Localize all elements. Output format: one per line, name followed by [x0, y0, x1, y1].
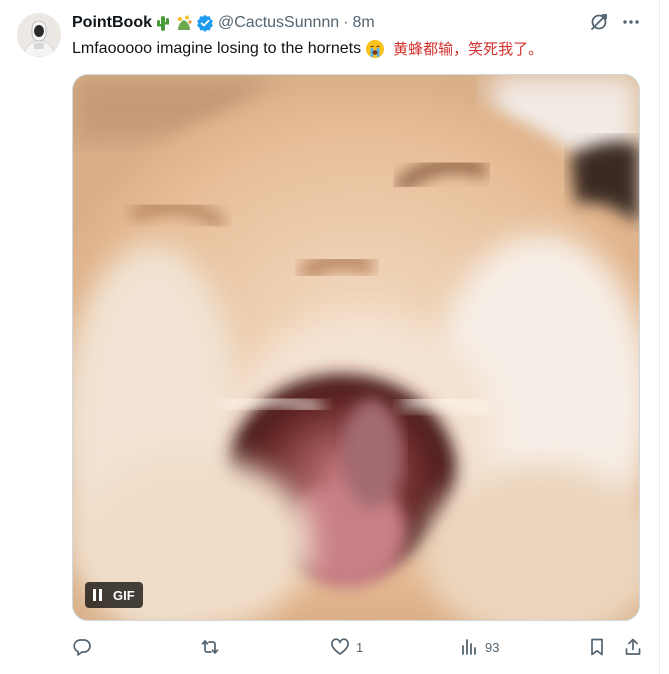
- bookmark-button[interactable]: [587, 636, 607, 658]
- avatar[interactable]: [17, 13, 61, 57]
- more-options-icon[interactable]: [621, 12, 641, 37]
- timestamp[interactable]: 8m: [353, 14, 375, 32]
- tweet-text-body: Lmfaooooo imagine losing to the hornets: [72, 40, 362, 57]
- cactus-icon: [154, 14, 172, 32]
- share-button[interactable]: [623, 636, 643, 658]
- gif-badge[interactable]: GIF: [85, 582, 143, 608]
- loudly-crying-face-icon: [365, 39, 385, 59]
- view-count: 93: [485, 639, 500, 655]
- views-button[interactable]: 93: [459, 636, 499, 658]
- separator-dot: ·: [343, 14, 349, 31]
- user-handle[interactable]: @CactusSunnnn: [218, 14, 339, 32]
- reply-button[interactable]: [72, 636, 98, 658]
- tweet-header: PointBook @CactusSunnnn · 8m: [72, 12, 375, 34]
- display-name[interactable]: PointBook: [72, 14, 152, 32]
- gif-media[interactable]: GIF: [72, 74, 640, 621]
- verified-badge-icon[interactable]: [196, 14, 214, 32]
- retweet-icon: [200, 637, 220, 657]
- retweet-button[interactable]: [200, 636, 226, 658]
- tweet-text: Lmfaooooo imagine losing to the hornets …: [72, 38, 543, 60]
- sparkling-plant-icon: [174, 14, 194, 32]
- like-button[interactable]: 1: [330, 636, 363, 658]
- pause-icon[interactable]: [93, 589, 103, 601]
- reply-icon: [72, 637, 92, 657]
- top-actions: [589, 12, 641, 37]
- avatar-image: [17, 13, 61, 57]
- translation-text: 黄蜂都输，笑死我了。: [393, 40, 544, 58]
- heart-icon: [330, 637, 350, 657]
- laughing-cat-image: [73, 75, 639, 620]
- tweet-actions: 1 93: [72, 636, 644, 658]
- share-icon: [623, 637, 643, 657]
- gif-label: GIF: [113, 587, 135, 603]
- tweet-card[interactable]: PointBook @CactusSunnnn · 8m Lmfaooooo i…: [0, 0, 660, 674]
- analytics-icon: [459, 637, 479, 657]
- like-count: 1: [356, 639, 364, 655]
- grok-icon[interactable]: [589, 12, 609, 37]
- bookmark-icon: [587, 637, 607, 657]
